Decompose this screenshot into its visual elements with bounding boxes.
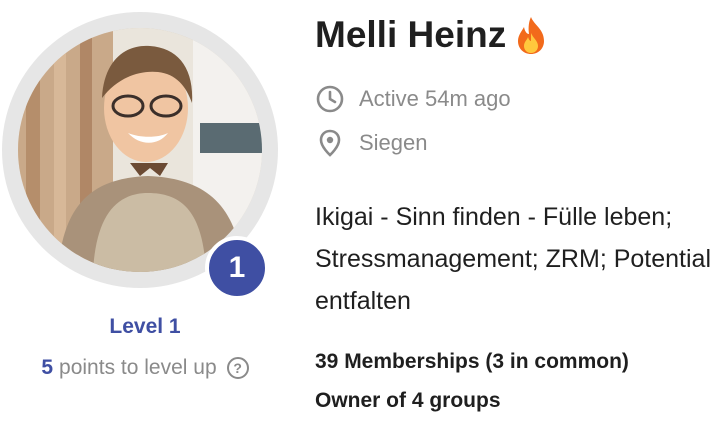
location-text: Siegen (359, 130, 428, 155)
points-count: 5 (41, 356, 54, 379)
avatar[interactable]: 1 (2, 12, 278, 300)
points-suffix: points to level up (59, 356, 217, 379)
fire-icon (518, 17, 545, 54)
avatar-photo (18, 28, 262, 272)
owned-groups-stat[interactable]: Owner of 4 groups (315, 389, 501, 413)
last-active-text: Active 54m ago (359, 86, 511, 111)
points-to-level-up: 5 points to level up ? (0, 356, 290, 380)
location-row: Siegen (315, 128, 428, 158)
last-active-row: Active 54m ago (315, 84, 511, 114)
memberships-stat[interactable]: 39 Memberships (3 in common) (315, 350, 629, 374)
profile-bio: Ikigai - Sinn finden - Fülle leben; Stre… (315, 203, 711, 315)
profile-photo-illustration (18, 28, 262, 272)
level-badge: 1 (205, 236, 269, 300)
profile-name: Melli Heinz (315, 14, 507, 55)
profile-name-row: Melli Heinz (315, 14, 548, 56)
level-label: Level 1 (109, 315, 181, 338)
clock-icon (316, 85, 344, 113)
help-icon[interactable]: ? (226, 357, 249, 379)
location-pin-icon (319, 129, 341, 157)
